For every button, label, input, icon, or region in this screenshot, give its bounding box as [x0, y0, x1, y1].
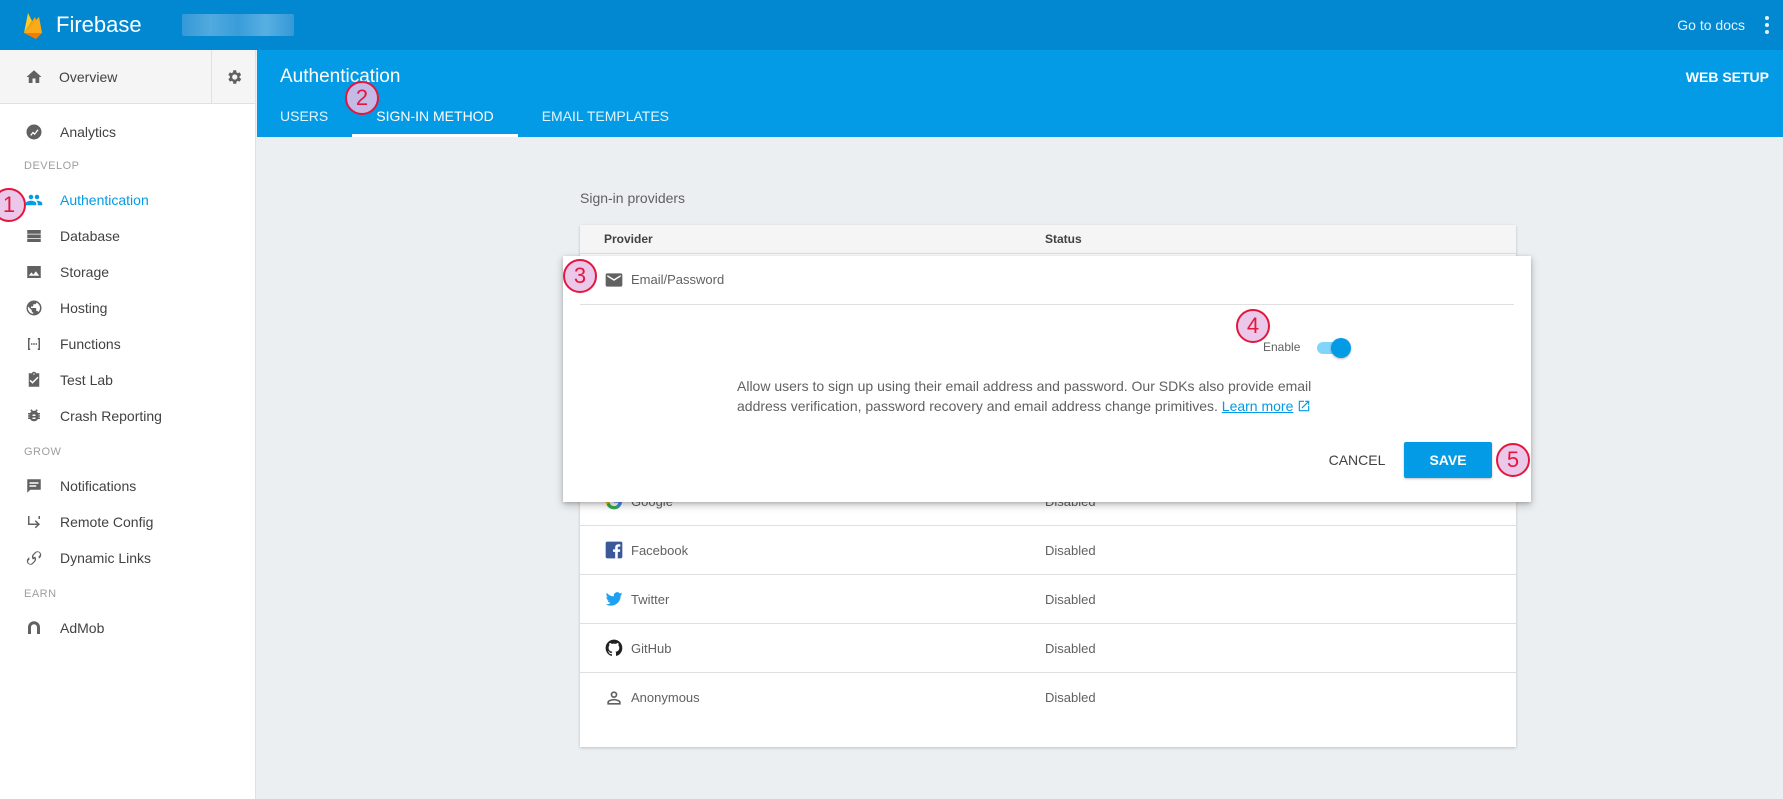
enable-label: Enable: [1263, 340, 1301, 354]
settings-button[interactable]: [211, 50, 255, 104]
github-icon: [604, 638, 624, 658]
sidebar-item-label: Notifications: [60, 478, 137, 494]
email-description: Allow users to sign up using their email…: [737, 376, 1337, 416]
link-icon: [25, 549, 43, 567]
section-label-earn: EARN: [24, 588, 57, 600]
sidebar-item-label: Authentication: [60, 192, 149, 208]
sidebar-item-notifications[interactable]: Notifications: [0, 468, 255, 504]
sidebar-item-label: Test Lab: [60, 372, 113, 388]
provider-row-anonymous[interactable]: Anonymous Disabled: [580, 673, 1516, 722]
provider-name: Twitter: [631, 591, 670, 607]
sidebar-item-crash-reporting[interactable]: Crash Reporting: [0, 398, 255, 434]
home-icon: [25, 68, 43, 86]
database-icon: [25, 227, 43, 245]
sidebar-item-label: Hosting: [60, 300, 108, 316]
annotation-marker-2: 2: [345, 81, 379, 115]
annotation-marker-5: 5: [1496, 443, 1530, 477]
sidebar-item-label: Overview: [59, 68, 118, 85]
section-title: Sign-in providers: [580, 190, 686, 206]
project-selector[interactable]: [182, 14, 294, 36]
provider-row-twitter[interactable]: Twitter Disabled: [580, 575, 1516, 624]
cancel-button[interactable]: CANCEL: [1310, 442, 1404, 478]
tab-sign-in-method[interactable]: SIGN-IN METHOD: [352, 108, 519, 137]
globe-icon: [25, 299, 43, 317]
table-header: Provider Status: [580, 225, 1516, 254]
annotation-marker-3: 3: [563, 259, 597, 293]
save-button[interactable]: SAVE: [1404, 442, 1492, 478]
sidebar-item-label: Analytics: [60, 124, 117, 140]
functions-icon: [25, 335, 43, 353]
column-status: Status: [1045, 232, 1082, 246]
provider-status: Disabled: [1045, 690, 1096, 705]
top-app-bar: Firebase Go to docs: [0, 0, 1783, 50]
facebook-icon: [604, 540, 624, 560]
tab-bar: USERS SIGN-IN METHOD EMAIL TEMPLATES: [280, 108, 669, 137]
sidebar-item-analytics[interactable]: Analytics: [0, 114, 255, 150]
sidebar-item-label: Remote Config: [60, 514, 154, 530]
provider-row-github[interactable]: GitHub Disabled: [580, 624, 1516, 673]
page-header: Authentication WEB SETUP USERS SIGN-IN M…: [257, 50, 1783, 137]
sidebar-item-functions[interactable]: Functions: [0, 326, 255, 362]
sidebar-item-overview[interactable]: Overview: [0, 50, 255, 104]
sidebar-item-label: Crash Reporting: [60, 408, 162, 424]
sidebar-item-label: AdMob: [60, 620, 105, 636]
tab-email-templates[interactable]: EMAIL TEMPLATES: [542, 108, 669, 137]
remote-config-icon: [25, 513, 43, 531]
sidebar-item-storage[interactable]: Storage: [0, 254, 255, 290]
clipboard-check-icon: [25, 371, 43, 389]
section-label-grow: GROW: [24, 446, 62, 458]
admob-icon: [25, 619, 43, 637]
firebase-logo[interactable]: Firebase: [22, 11, 142, 39]
provider-name: GitHub: [631, 640, 672, 656]
person-icon: [604, 688, 624, 708]
gear-icon: [227, 70, 241, 84]
provider-row-facebook[interactable]: Facebook Disabled: [580, 526, 1516, 575]
sidebar-item-admob[interactable]: AdMob: [0, 610, 255, 646]
provider-row-email[interactable]: Email/Password: [580, 256, 1514, 305]
firebase-flame-icon: [24, 13, 42, 39]
people-icon: [25, 191, 43, 209]
bug-icon: [25, 407, 43, 425]
email-password-panel: Email/Password Enable Allow users to sig…: [563, 256, 1531, 502]
sidebar-item-remote-config[interactable]: Remote Config: [0, 504, 255, 540]
sidebar-item-dynamic-links[interactable]: Dynamic Links: [0, 540, 255, 576]
provider-name: Anonymous: [631, 690, 700, 705]
provider-name: Email/Password: [631, 272, 725, 287]
go-to-docs-link[interactable]: Go to docs: [1677, 17, 1745, 33]
analytics-icon: [25, 123, 43, 141]
more-vert-icon[interactable]: [1765, 16, 1769, 34]
sidebar-item-label: Database: [60, 228, 120, 244]
app-name: Firebase: [56, 12, 142, 37]
sidebar-item-database[interactable]: Database: [0, 218, 255, 254]
annotation-marker-4: 4: [1236, 309, 1270, 343]
sidebar: Overview Analytics DEVELOP Authenticatio…: [0, 50, 256, 799]
page-title: Authentication: [280, 66, 401, 87]
provider-status: Disabled: [1045, 640, 1096, 656]
enable-toggle[interactable]: [1315, 338, 1351, 358]
message-icon: [25, 477, 43, 495]
mail-icon: [604, 270, 624, 290]
web-setup-button[interactable]: WEB SETUP: [1686, 69, 1769, 85]
provider-status: Disabled: [1045, 591, 1096, 607]
sidebar-item-hosting[interactable]: Hosting: [0, 290, 255, 326]
provider-name: Facebook: [631, 542, 689, 558]
image-icon: [25, 263, 43, 281]
twitter-icon: [604, 589, 624, 609]
sidebar-item-label: Dynamic Links: [60, 550, 152, 566]
column-provider: Provider: [604, 232, 653, 246]
learn-more-link[interactable]: Learn more: [1222, 398, 1294, 414]
sidebar-item-label: Storage: [60, 264, 110, 280]
provider-status: Disabled: [1045, 542, 1096, 558]
section-label-develop: DEVELOP: [24, 160, 80, 172]
tab-users[interactable]: USERS: [280, 108, 328, 137]
sidebar-item-authentication[interactable]: Authentication: [0, 182, 255, 218]
open-in-new-icon[interactable]: [1297, 399, 1311, 413]
sidebar-item-label: Functions: [60, 336, 121, 352]
sidebar-item-test-lab[interactable]: Test Lab: [0, 362, 255, 398]
